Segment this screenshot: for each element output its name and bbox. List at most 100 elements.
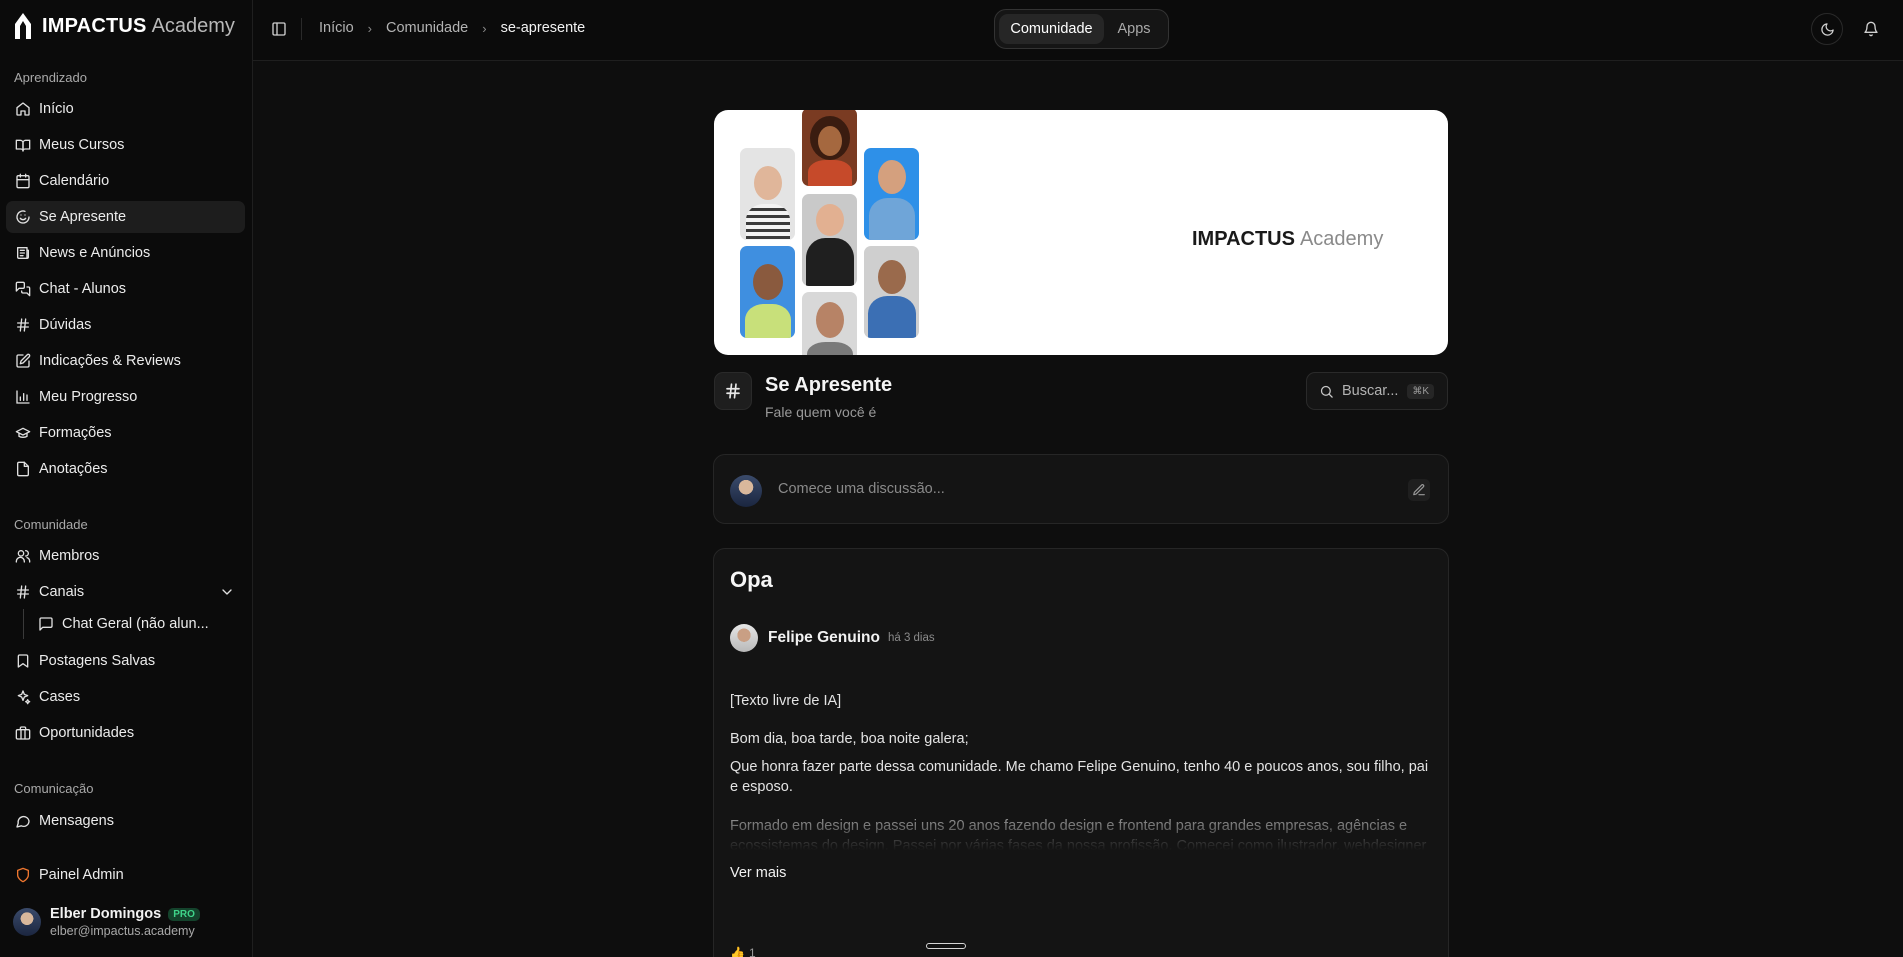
wave-icon — [15, 209, 31, 225]
hash-icon — [726, 383, 740, 399]
breadcrumb: Início › Comunidade › se-apresente — [319, 20, 585, 36]
shield-icon — [15, 867, 31, 883]
sidebar-item-label: Anotações — [39, 461, 108, 477]
scroll-indicator[interactable] — [926, 943, 966, 949]
member-photo — [802, 194, 857, 286]
search-placeholder: Buscar... — [1342, 383, 1399, 399]
thumbs-up-icon[interactable]: 👍 — [730, 946, 745, 957]
post-time: há 3 dias — [887, 632, 935, 644]
app-window: IMPACTUS Academy Aprendizado Início Meus… — [0, 0, 1903, 957]
member-photo — [740, 148, 795, 240]
breadcrumb-inicio[interactable]: Início — [319, 20, 354, 36]
message-circle-icon — [15, 813, 31, 829]
avatar[interactable] — [730, 624, 758, 652]
author-name[interactable]: Felipe Genuino — [768, 629, 880, 647]
chevron-right-icon: › — [367, 20, 373, 36]
sidebar-item-label: Início — [39, 101, 74, 117]
sidebar-item-indicacoes[interactable]: Indicações & Reviews — [6, 345, 245, 377]
sparkles-icon — [15, 689, 31, 705]
member-photo — [740, 246, 795, 338]
chat-icon — [15, 281, 31, 297]
sidebar-item-news[interactable]: News e Anúncios — [6, 237, 245, 269]
impactus-logo-icon — [15, 13, 31, 39]
sidebar-item-canais[interactable]: Canais — [6, 576, 245, 608]
message-square-icon — [38, 616, 54, 632]
banner-logo-strong: IMPACTUS — [1192, 228, 1295, 250]
newspaper-icon — [15, 245, 31, 261]
composer-placeholder[interactable]: Comece uma discussão... — [778, 481, 945, 497]
section-label-comunicacao: Comunicação — [14, 781, 94, 796]
sidebar-item-chat-geral[interactable]: Chat Geral (não alun... — [30, 609, 245, 639]
sidebar-item-label: Chat - Alunos — [39, 281, 127, 297]
sidebar-item-label: Dúvidas — [39, 317, 92, 333]
post-title[interactable]: Opa — [730, 567, 773, 593]
notifications-button[interactable] — [1855, 13, 1887, 45]
pro-badge: PRO — [168, 907, 200, 921]
sidebar-item-duvidas[interactable]: Dúvidas — [6, 309, 245, 341]
user-email: elber@impactus.academy — [50, 924, 195, 938]
page-title: Se Apresente — [765, 374, 893, 396]
sidebar-item-label: Meus Cursos — [39, 137, 125, 153]
sidebar-item-painel-admin[interactable]: Painel Admin — [6, 859, 245, 891]
chevron-right-icon: › — [482, 20, 487, 36]
discussion-composer[interactable]: Comece uma discussão... — [713, 454, 1449, 524]
sidebar-item-meu-progresso[interactable]: Meu Progresso — [6, 381, 245, 413]
home-icon — [15, 101, 31, 117]
brand-name-strong: IMPACTUS — [42, 14, 147, 37]
graduation-icon — [15, 425, 31, 441]
member-photo — [864, 148, 919, 240]
sidebar-item-meus-cursos[interactable]: Meus Cursos — [6, 129, 245, 161]
breadcrumb-current: se-apresente — [500, 20, 586, 36]
tree-line — [23, 609, 24, 639]
sidebar-item-label: Oportunidades — [39, 725, 135, 741]
see-more-link[interactable]: Ver mais — [730, 865, 786, 881]
bell-icon — [1864, 21, 1878, 37]
user-name: Elber Domingos — [50, 906, 162, 922]
sidebar-item-formacoes[interactable]: Formações — [6, 417, 245, 449]
users-icon — [15, 548, 31, 564]
chevron-down-icon[interactable] — [219, 584, 235, 600]
search-input[interactable]: Buscar... ⌘K — [1306, 372, 1448, 410]
sidebar-item-label: Indicações & Reviews — [39, 353, 181, 369]
sidebar-item-oportunidades[interactable]: Oportunidades — [6, 717, 245, 749]
sidebar-item-postagens-salvas[interactable]: Postagens Salvas — [6, 645, 245, 677]
breadcrumb-comunidade[interactable]: Comunidade — [386, 20, 468, 36]
sidebar-item-mensagens[interactable]: Mensagens — [6, 805, 245, 837]
channel-icon — [714, 372, 752, 410]
theme-toggle-button[interactable] — [1811, 13, 1843, 45]
divider — [301, 18, 302, 40]
sidebar-item-inicio[interactable]: Início — [6, 93, 245, 125]
section-label-aprendizado: Aprendizado — [14, 70, 87, 85]
compose-button[interactable] — [1408, 479, 1430, 501]
banner-logo-light: Academy — [1299, 228, 1384, 250]
chart-icon — [15, 389, 31, 405]
sidebar-item-label: Membros — [39, 548, 100, 564]
brand-logo[interactable]: IMPACTUS Academy — [12, 10, 235, 42]
sidebar-item-cases[interactable]: Cases — [6, 681, 245, 713]
tab-comunidade[interactable]: Comunidade — [999, 14, 1104, 44]
sidebar-toggle-icon[interactable] — [271, 21, 287, 37]
sidebar-item-label: Se Apresente — [39, 209, 127, 225]
section-label-comunidade: Comunidade — [14, 517, 88, 532]
user-profile[interactable]: Elber Domingos PRO elber@impactus.academ… — [13, 906, 200, 938]
sidebar-item-anotacoes[interactable]: Anotações — [6, 453, 245, 485]
member-photo — [864, 246, 919, 338]
post-paragraph: Que honra fazer parte dessa comunidade. … — [730, 759, 1429, 795]
sidebar-item-se-apresente[interactable]: Se Apresente — [6, 201, 245, 233]
bookmark-icon — [15, 653, 31, 669]
reactions-bar: 👍 1 — [730, 946, 756, 957]
sidebar-item-chat-alunos[interactable]: Chat - Alunos — [6, 273, 245, 305]
channel-banner: IMPACTUS Academy — [714, 110, 1448, 355]
sidebar-item-label: Cases — [39, 689, 81, 705]
topbar: Início › Comunidade › se-apresente Comun… — [253, 0, 1903, 61]
post-card: Opa Felipe Genuino há 3 dias [Texto livr… — [713, 548, 1449, 957]
user-name-row: Elber Domingos PRO — [50, 906, 200, 922]
post-body: [Texto livre de IA] Bom dia, boa tarde, … — [730, 691, 1430, 809]
pencil-icon — [1413, 484, 1425, 496]
tab-apps[interactable]: Apps — [1104, 14, 1164, 44]
brand-name-light: Academy — [151, 14, 235, 37]
sidebar-item-calendario[interactable]: Calendário — [6, 165, 245, 197]
sidebar-item-label: Meu Progresso — [39, 389, 138, 405]
sidebar-item-membros[interactable]: Membros — [6, 540, 245, 572]
sidebar-item-label: Formações — [39, 425, 112, 441]
